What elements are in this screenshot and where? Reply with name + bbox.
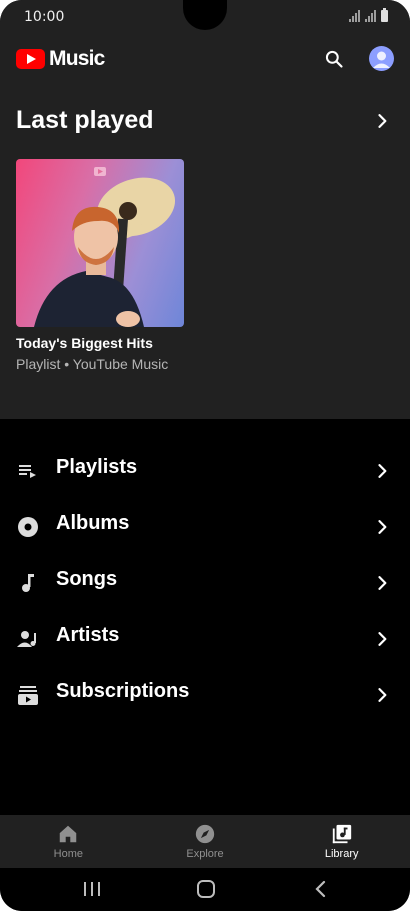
chevron-right-icon [378, 688, 387, 702]
camera-notch [183, 0, 227, 30]
chevron-right-icon [378, 632, 387, 646]
playlist-thumbnail[interactable] [16, 159, 184, 327]
nav-explore[interactable]: Explore [137, 815, 274, 868]
album-icon [18, 517, 38, 537]
playlist-icon [19, 465, 36, 478]
music-note-icon [22, 574, 34, 592]
signal-icon-2 [365, 10, 376, 22]
nav-label: Explore [186, 848, 224, 860]
subscriptions-icon [18, 686, 38, 705]
chevron-right-icon [378, 520, 387, 534]
account-avatar[interactable] [369, 46, 394, 71]
library-item-subscriptions[interactable]: Subscriptions [0, 667, 410, 723]
bottom-navigation: Home Explore Library [0, 815, 410, 868]
library-item-playlists[interactable]: Playlists [0, 443, 410, 499]
home-button-icon[interactable] [194, 878, 218, 900]
library-item-artists[interactable]: Artists [0, 611, 410, 667]
library-item-label: Subscriptions [56, 680, 190, 702]
playlist-subtitle: Playlist • YouTube Music [16, 356, 169, 372]
back-icon[interactable] [309, 878, 333, 900]
system-navigation-bar [0, 868, 410, 911]
artist-icon [17, 631, 36, 647]
youtube-music-logo[interactable]: Music [16, 47, 105, 71]
nav-library[interactable]: Library [273, 815, 410, 868]
battery-icon [381, 8, 388, 22]
last-played-section: Last played Today's Biggest Hits Playlis… [0, 84, 410, 419]
section-title: Last played [16, 106, 154, 134]
library-icon [332, 824, 351, 844]
library-item-label: Playlists [56, 456, 138, 478]
youtube-play-icon [16, 49, 45, 69]
person-icon [373, 51, 390, 68]
signal-icon [349, 10, 360, 22]
status-bar: 10:00 [0, 0, 410, 34]
app-header: Music [0, 34, 410, 84]
chevron-right-icon[interactable] [372, 111, 392, 131]
artist-photo [34, 167, 176, 327]
search-icon [325, 50, 343, 68]
nav-label: Home [53, 848, 83, 860]
phone-screen: 10:00 Music Last played Today's Biggest … [0, 0, 410, 911]
library-item-label: Albums [56, 512, 130, 534]
search-button[interactable] [321, 46, 347, 72]
compass-icon [195, 824, 215, 844]
home-icon [60, 825, 77, 843]
playlist-title: Today's Biggest Hits [16, 335, 153, 351]
nav-label: Library [324, 848, 359, 860]
library-item-label: Songs [56, 568, 118, 590]
chevron-right-icon [378, 464, 387, 478]
library-item-albums[interactable]: Albums [0, 499, 410, 555]
status-time: 10:00 [24, 9, 65, 25]
chevron-right-icon [378, 576, 387, 590]
recent-apps-icon[interactable] [80, 878, 104, 900]
playlist-card[interactable]: Today's Biggest Hits Playlist • YouTube … [16, 159, 184, 372]
library-item-songs[interactable]: Songs [0, 555, 410, 611]
logo-text: Music [49, 47, 105, 70]
library-item-label: Artists [56, 624, 120, 646]
library-list: Playlists Albums Songs Artists Subscript… [0, 443, 410, 723]
status-icons [349, 8, 388, 22]
nav-home[interactable]: Home [0, 815, 137, 868]
